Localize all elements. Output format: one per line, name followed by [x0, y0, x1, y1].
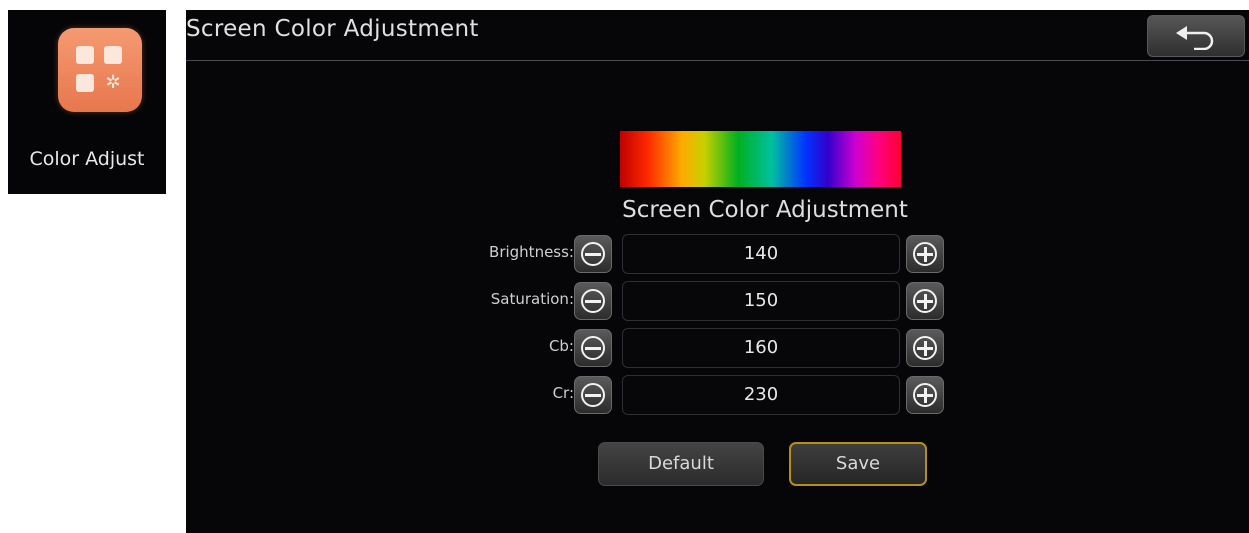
cr-increase-button[interactable]: [906, 376, 944, 414]
save-button[interactable]: Save: [789, 442, 927, 486]
setting-label: Cr:: [552, 384, 574, 402]
setting-row-brightness: Brightness: 140: [186, 233, 1249, 274]
saturation-increase-button[interactable]: [906, 282, 944, 320]
header-divider: [186, 60, 1249, 61]
cr-decrease-button[interactable]: [574, 376, 612, 414]
cb-increase-button[interactable]: [906, 329, 944, 367]
setting-row-cb: Cb: 160: [186, 327, 1249, 368]
setting-label: Brightness:: [489, 243, 574, 261]
setting-label: Cb:: [548, 337, 574, 355]
back-arrow-icon: [1176, 26, 1214, 50]
page-title: Screen Color Adjustment: [186, 16, 479, 42]
brightness-value: 140: [622, 234, 900, 274]
setting-row-cr: Cr: 230: [186, 374, 1249, 415]
cb-decrease-button[interactable]: [574, 329, 612, 367]
setting-row-saturation: Saturation: 150: [186, 280, 1249, 321]
grid-gear-icon: ✲: [58, 28, 142, 112]
color-adjust-launcher-tile[interactable]: ✲ Color Adjust: [8, 10, 166, 194]
saturation-decrease-button[interactable]: [574, 282, 612, 320]
tile-label: Color Adjust: [29, 148, 145, 170]
color-spectrum-bar: [620, 131, 901, 187]
panel-subtitle: Screen Color Adjustment: [622, 197, 908, 223]
cr-value: 230: [622, 375, 900, 415]
brightness-increase-button[interactable]: [906, 235, 944, 273]
setting-label: Saturation:: [490, 290, 574, 308]
saturation-value: 150: [622, 281, 900, 321]
cb-value: 160: [622, 328, 900, 368]
default-button[interactable]: Default: [598, 442, 764, 486]
brightness-decrease-button[interactable]: [574, 235, 612, 273]
back-button[interactable]: [1147, 15, 1245, 57]
color-adjustment-screen: Screen Color Adjustment Screen Color Adj…: [186, 10, 1249, 533]
